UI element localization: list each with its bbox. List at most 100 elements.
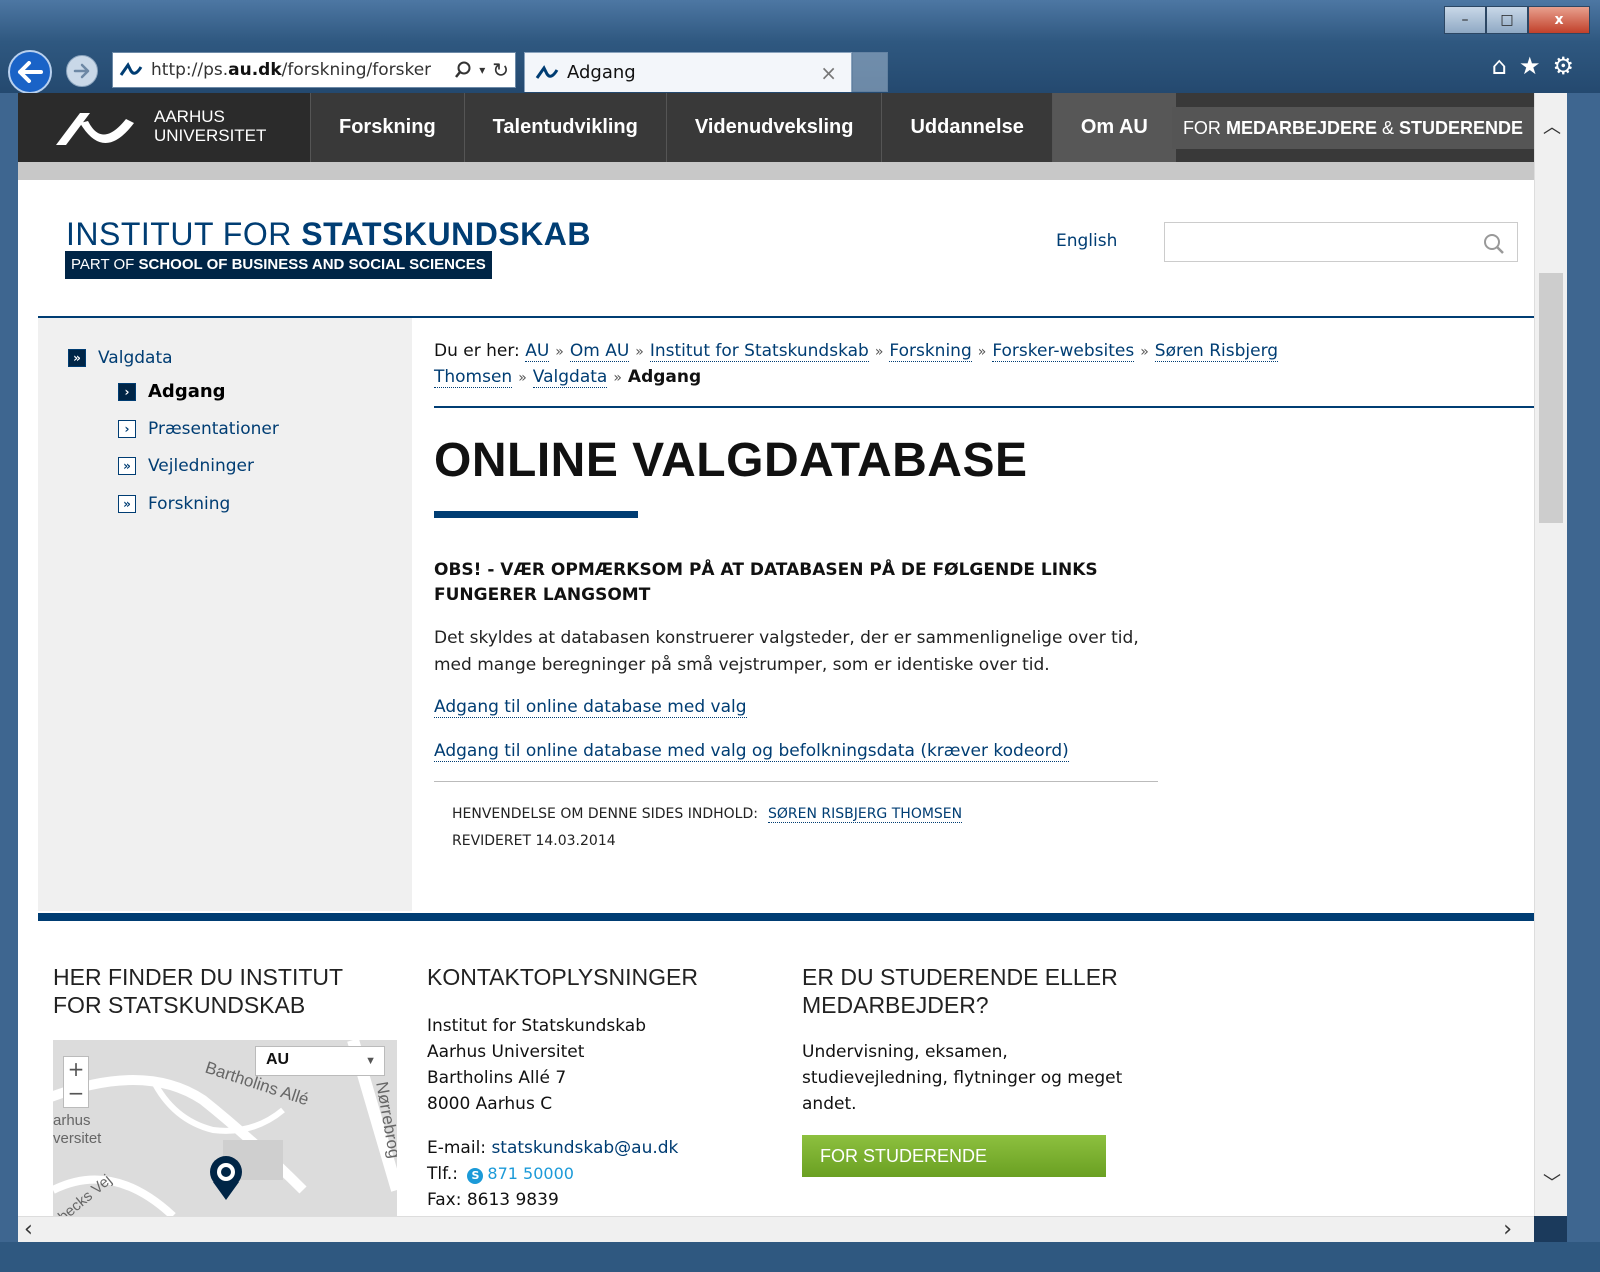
sidebar-item-label: Vejledninger [148, 456, 254, 476]
scroll-right-icon[interactable]: › [1503, 1217, 1512, 1242]
database-link[interactable]: Adgang til online database med valg [434, 697, 747, 718]
au-logo[interactable]: AARHUS UNIVERSITET [18, 93, 310, 162]
notice-heading: OBS! - VÆR OPMÆRKSOM PÅ AT DATABASEN PÅ … [434, 560, 1098, 605]
address-line: Institut for Statskundskab [427, 1016, 646, 1036]
close-window-button[interactable]: x [1528, 6, 1590, 34]
title-underline [434, 511, 638, 518]
nav-forskning[interactable]: Forskning [310, 93, 464, 162]
favorites-star-icon[interactable]: ★ [1519, 52, 1541, 80]
breadcrumb-link[interactable]: Forskning [889, 341, 972, 362]
breadcrumb-link[interactable]: Om AU [569, 341, 630, 362]
refresh-icon[interactable]: ↻ [492, 58, 509, 82]
scroll-thumb[interactable] [1539, 273, 1563, 523]
chevron-right-icon: › [118, 382, 136, 401]
map-place-label: arhus [53, 1112, 91, 1129]
au-top-bar: AARHUS UNIVERSITET Forskning Talentudvik… [18, 93, 1567, 162]
address-url: http://ps.au.dk/forskning/forsker [151, 60, 431, 80]
tab-adgang[interactable]: Adgang × [524, 52, 852, 92]
department-title[interactable]: INSTITUT FOR STATSKUNDSKAB [66, 216, 591, 253]
meta-divider [434, 781, 1158, 782]
minimize-button[interactable]: – [1444, 6, 1486, 34]
dropdown-icon[interactable]: ▾ [479, 63, 485, 77]
chevron-down-icon: ▼ [365, 1055, 376, 1067]
contact-person-link[interactable]: SØREN RISBJERG THOMSEN [767, 806, 963, 823]
new-tab-button[interactable] [852, 52, 888, 92]
for-students-button[interactable]: FOR STUDERENDE [802, 1135, 1106, 1177]
staff-students-button[interactable]: FOR MEDARBEJDERE & STUDERENDE [1172, 107, 1534, 149]
map-location-select[interactable]: AU ▼ [255, 1046, 385, 1076]
page-contact: HENVENDELSE OM DENNE SIDES INDHOLD: SØREN… [452, 806, 963, 823]
nav-om-au[interactable]: Om AU [1051, 93, 1176, 162]
arrow-right-icon [73, 63, 90, 79]
sidebar-item-praesentationer[interactable]: › Præsentationer [118, 419, 279, 439]
horizontal-scrollbar[interactable]: ‹ › [18, 1216, 1534, 1242]
breadcrumb-link[interactable]: Forsker-websites [992, 341, 1135, 362]
search-icon[interactable] [454, 61, 472, 79]
tab-title: Adgang [567, 62, 636, 83]
zoom-out-icon[interactable]: − [64, 1081, 88, 1105]
contact-details: E-mail: statskundskab@au.dk Tlf.: S 871 5… [427, 1135, 678, 1213]
staff-studerende-text: STUDERENDE [1399, 118, 1524, 138]
settings-gear-icon[interactable]: ⚙ [1552, 52, 1574, 80]
scroll-up-icon[interactable]: ︿ [1543, 113, 1561, 139]
back-button[interactable] [8, 50, 52, 94]
map-place-label: versitet [53, 1130, 102, 1147]
scroll-left-icon[interactable]: ‹ [24, 1217, 33, 1242]
forward-button[interactable] [66, 55, 98, 87]
search-icon[interactable] [1483, 233, 1505, 255]
nav-uddannelse[interactable]: Uddannelse [881, 93, 1051, 162]
address-bar[interactable]: http://ps.au.dk/forskning/forsker ▾ ↻ [112, 52, 516, 88]
au-favicon-icon [535, 65, 559, 79]
location-map[interactable]: + − AU ▼ Bartholins Allé Nørrebrog arhus … [53, 1040, 397, 1216]
window-frame-right [1567, 93, 1600, 1243]
arrow-left-icon [18, 61, 43, 83]
footer-divider [38, 913, 1534, 921]
footer-students-heading: ER DU STUDERENDE ELLER MEDARBEJDER? [802, 964, 1118, 1018]
nav-videnudveksling[interactable]: Videnudveksling [665, 93, 882, 162]
breadcrumb-divider [434, 406, 1534, 408]
au-favicon-icon [119, 62, 143, 76]
maximize-button[interactable]: □ [1486, 6, 1528, 34]
au-logo-line2: UNIVERSITET [154, 126, 267, 145]
english-link[interactable]: English [1056, 231, 1117, 251]
sidebar-item-forskning[interactable]: » Forskning [118, 494, 230, 514]
nav-talentudvikling[interactable]: Talentudvikling [463, 93, 666, 162]
fax-number: Fax: 8613 9839 [427, 1190, 559, 1210]
tab-close-icon[interactable]: × [820, 61, 837, 85]
vertical-scrollbar[interactable]: ︿ ﹀ [1534, 93, 1567, 1216]
site-search-input[interactable] [1164, 222, 1518, 262]
double-chevron-icon: » [118, 457, 136, 475]
sidebar-nav: » Valgdata › Adgang › Præsentationer » V… [38, 318, 412, 911]
chevron-right-icon: › [118, 420, 136, 438]
sidebar-item-adgang[interactable]: › Adgang [118, 381, 226, 402]
body-paragraph: Det skyldes at databasen konstruerer val… [434, 628, 1139, 675]
au-logo-line1: AARHUS [154, 107, 225, 126]
sidebar-item-label: Valgdata [98, 348, 173, 368]
sidebar-item-valgdata[interactable]: » Valgdata [68, 348, 173, 368]
email-link[interactable]: statskundskab@au.dk [491, 1138, 678, 1158]
breadcrumb-link[interactable]: AU [525, 341, 550, 362]
window-frame-left [0, 93, 18, 1243]
breadcrumb: Du er her: AU» Om AU» Institut for Statsku… [434, 341, 1279, 388]
breadcrumb-prefix: Du er her: [434, 341, 520, 361]
database-population-link[interactable]: Adgang til online database med valg og b… [434, 741, 1069, 762]
home-icon[interactable]: ⌂ [1492, 52, 1507, 80]
skype-icon[interactable]: S [467, 1168, 484, 1184]
footer-contact-heading: KONTAKTOPLYSNINGER [427, 964, 698, 990]
scroll-down-icon[interactable]: ﹀ [1543, 1169, 1561, 1195]
map-zoom-control[interactable]: + − [63, 1056, 89, 1108]
breadcrumb-link[interactable]: Valgdata [532, 367, 608, 388]
contact-address: Institut for Statskundskab Aarhus Univer… [427, 1013, 646, 1117]
sidebar-item-vejledninger[interactable]: » Vejledninger [118, 456, 254, 476]
address-line: Aarhus Universitet [427, 1042, 585, 1062]
department-subtitle[interactable]: PART OF SCHOOL OF BUSINESS AND SOCIAL SC… [65, 251, 492, 279]
double-chevron-icon: » [68, 349, 86, 367]
revised-date: REVIDERET 14.03.2014 [452, 833, 616, 849]
phone-link[interactable]: 871 50000 [487, 1164, 574, 1183]
breadcrumb-link[interactable]: Institut for Statskundskab [649, 341, 869, 362]
email-label: E-mail: [427, 1138, 487, 1158]
window-frame-bottom [0, 1242, 1600, 1272]
zoom-in-icon[interactable]: + [64, 1057, 88, 1081]
staff-for-text: FOR [1182, 118, 1221, 138]
staff-amp-text: & [1382, 118, 1395, 138]
